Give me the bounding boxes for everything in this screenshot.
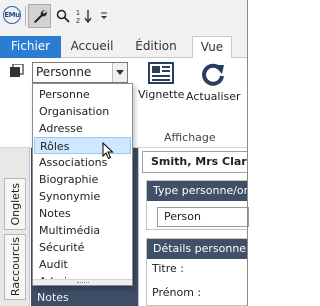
refresh-button[interactable]: Actualiser [186,62,241,103]
dropdown-option[interactable]: Adresse [34,120,131,137]
grip-icon [76,281,89,284]
wrench-button[interactable] [28,4,51,28]
sort-az-icon: 1 2 [76,10,92,24]
ribbon-tab-bar: Fichier Accueil Édition Vue [0,36,248,59]
dropdown-option[interactable]: Notes [34,205,131,222]
thumbnail-view-button[interactable]: Vignette [138,62,184,101]
app-logo[interactable]: EMu [3,6,21,24]
tab-file[interactable]: Fichier [0,36,61,58]
tab-onglets-label: Onglets [8,182,22,226]
tab-view[interactable]: Vue [192,36,232,59]
dropdown-option[interactable]: Biographie [34,171,131,188]
type-field[interactable]: Person [157,207,249,227]
chevron-down-icon[interactable] [112,63,127,82]
dropdown-option[interactable]: Multimédia [34,222,131,239]
search-icon [56,9,70,23]
dropdown-option[interactable]: Synonymie [34,188,131,205]
tab-list-item-notes[interactable]: Notes [37,291,69,304]
thumbnail-view-label: Vignette [138,88,185,101]
tab-onglets[interactable]: Onglets [4,178,26,230]
title-field-label: Titre : [152,262,185,275]
record-content: Smith, Mrs Clare Type personne/organisat… [140,148,249,306]
refresh-label: Actualiser [186,90,241,103]
window-icon[interactable] [10,63,24,81]
customize-toolbar-button[interactable] [98,4,110,28]
thumbnail-icon [148,62,175,84]
dropdown-resize-grip[interactable] [33,279,132,285]
module-select[interactable]: Personne [32,62,128,83]
dropdown-option[interactable]: Sécurité [34,239,131,256]
tab-home[interactable]: Accueil [66,36,118,58]
tab-raccourcis-label: Raccourcis [8,237,22,297]
dropdown-option[interactable]: Audit [34,256,131,273]
first-name-field-label: Prénom : [152,286,202,299]
module-dropdown-list: Personne Organisation Adresse Rôles Asso… [32,83,133,288]
search-button[interactable] [54,4,72,28]
personal-details-title: Détails personnels [147,239,247,259]
dropdown-option[interactable]: Associations [34,154,131,171]
dropdown-option[interactable]: Organisation [34,103,131,120]
quick-access-toolbar: EMu 1 2 [0,0,248,36]
svg-text:2: 2 [76,18,80,24]
type-panel: Type personne/organisation Person [146,180,249,230]
mouse-cursor-icon [102,141,114,163]
toolbar-separator [25,6,26,26]
dropdown-option-hovered[interactable]: Rôles [34,137,131,154]
svg-text:1: 1 [76,10,80,17]
vertical-tab-strip: Onglets Raccourcis [0,148,30,306]
tab-edit[interactable]: Édition [128,36,184,58]
record-name-header: Smith, Mrs Clare [142,151,248,173]
refresh-icon [202,63,225,86]
tab-raccourcis[interactable]: Raccourcis [4,234,26,300]
dropdown-option[interactable]: Personne [34,86,131,103]
module-select-value: Personne [36,65,92,79]
type-panel-title: Type personne/organisation [147,181,247,201]
sort-button[interactable]: 1 2 [73,4,97,28]
customize-dropdown-icon [101,12,107,19]
wrench-icon [33,10,47,23]
display-group-label: Affichage [164,131,216,144]
